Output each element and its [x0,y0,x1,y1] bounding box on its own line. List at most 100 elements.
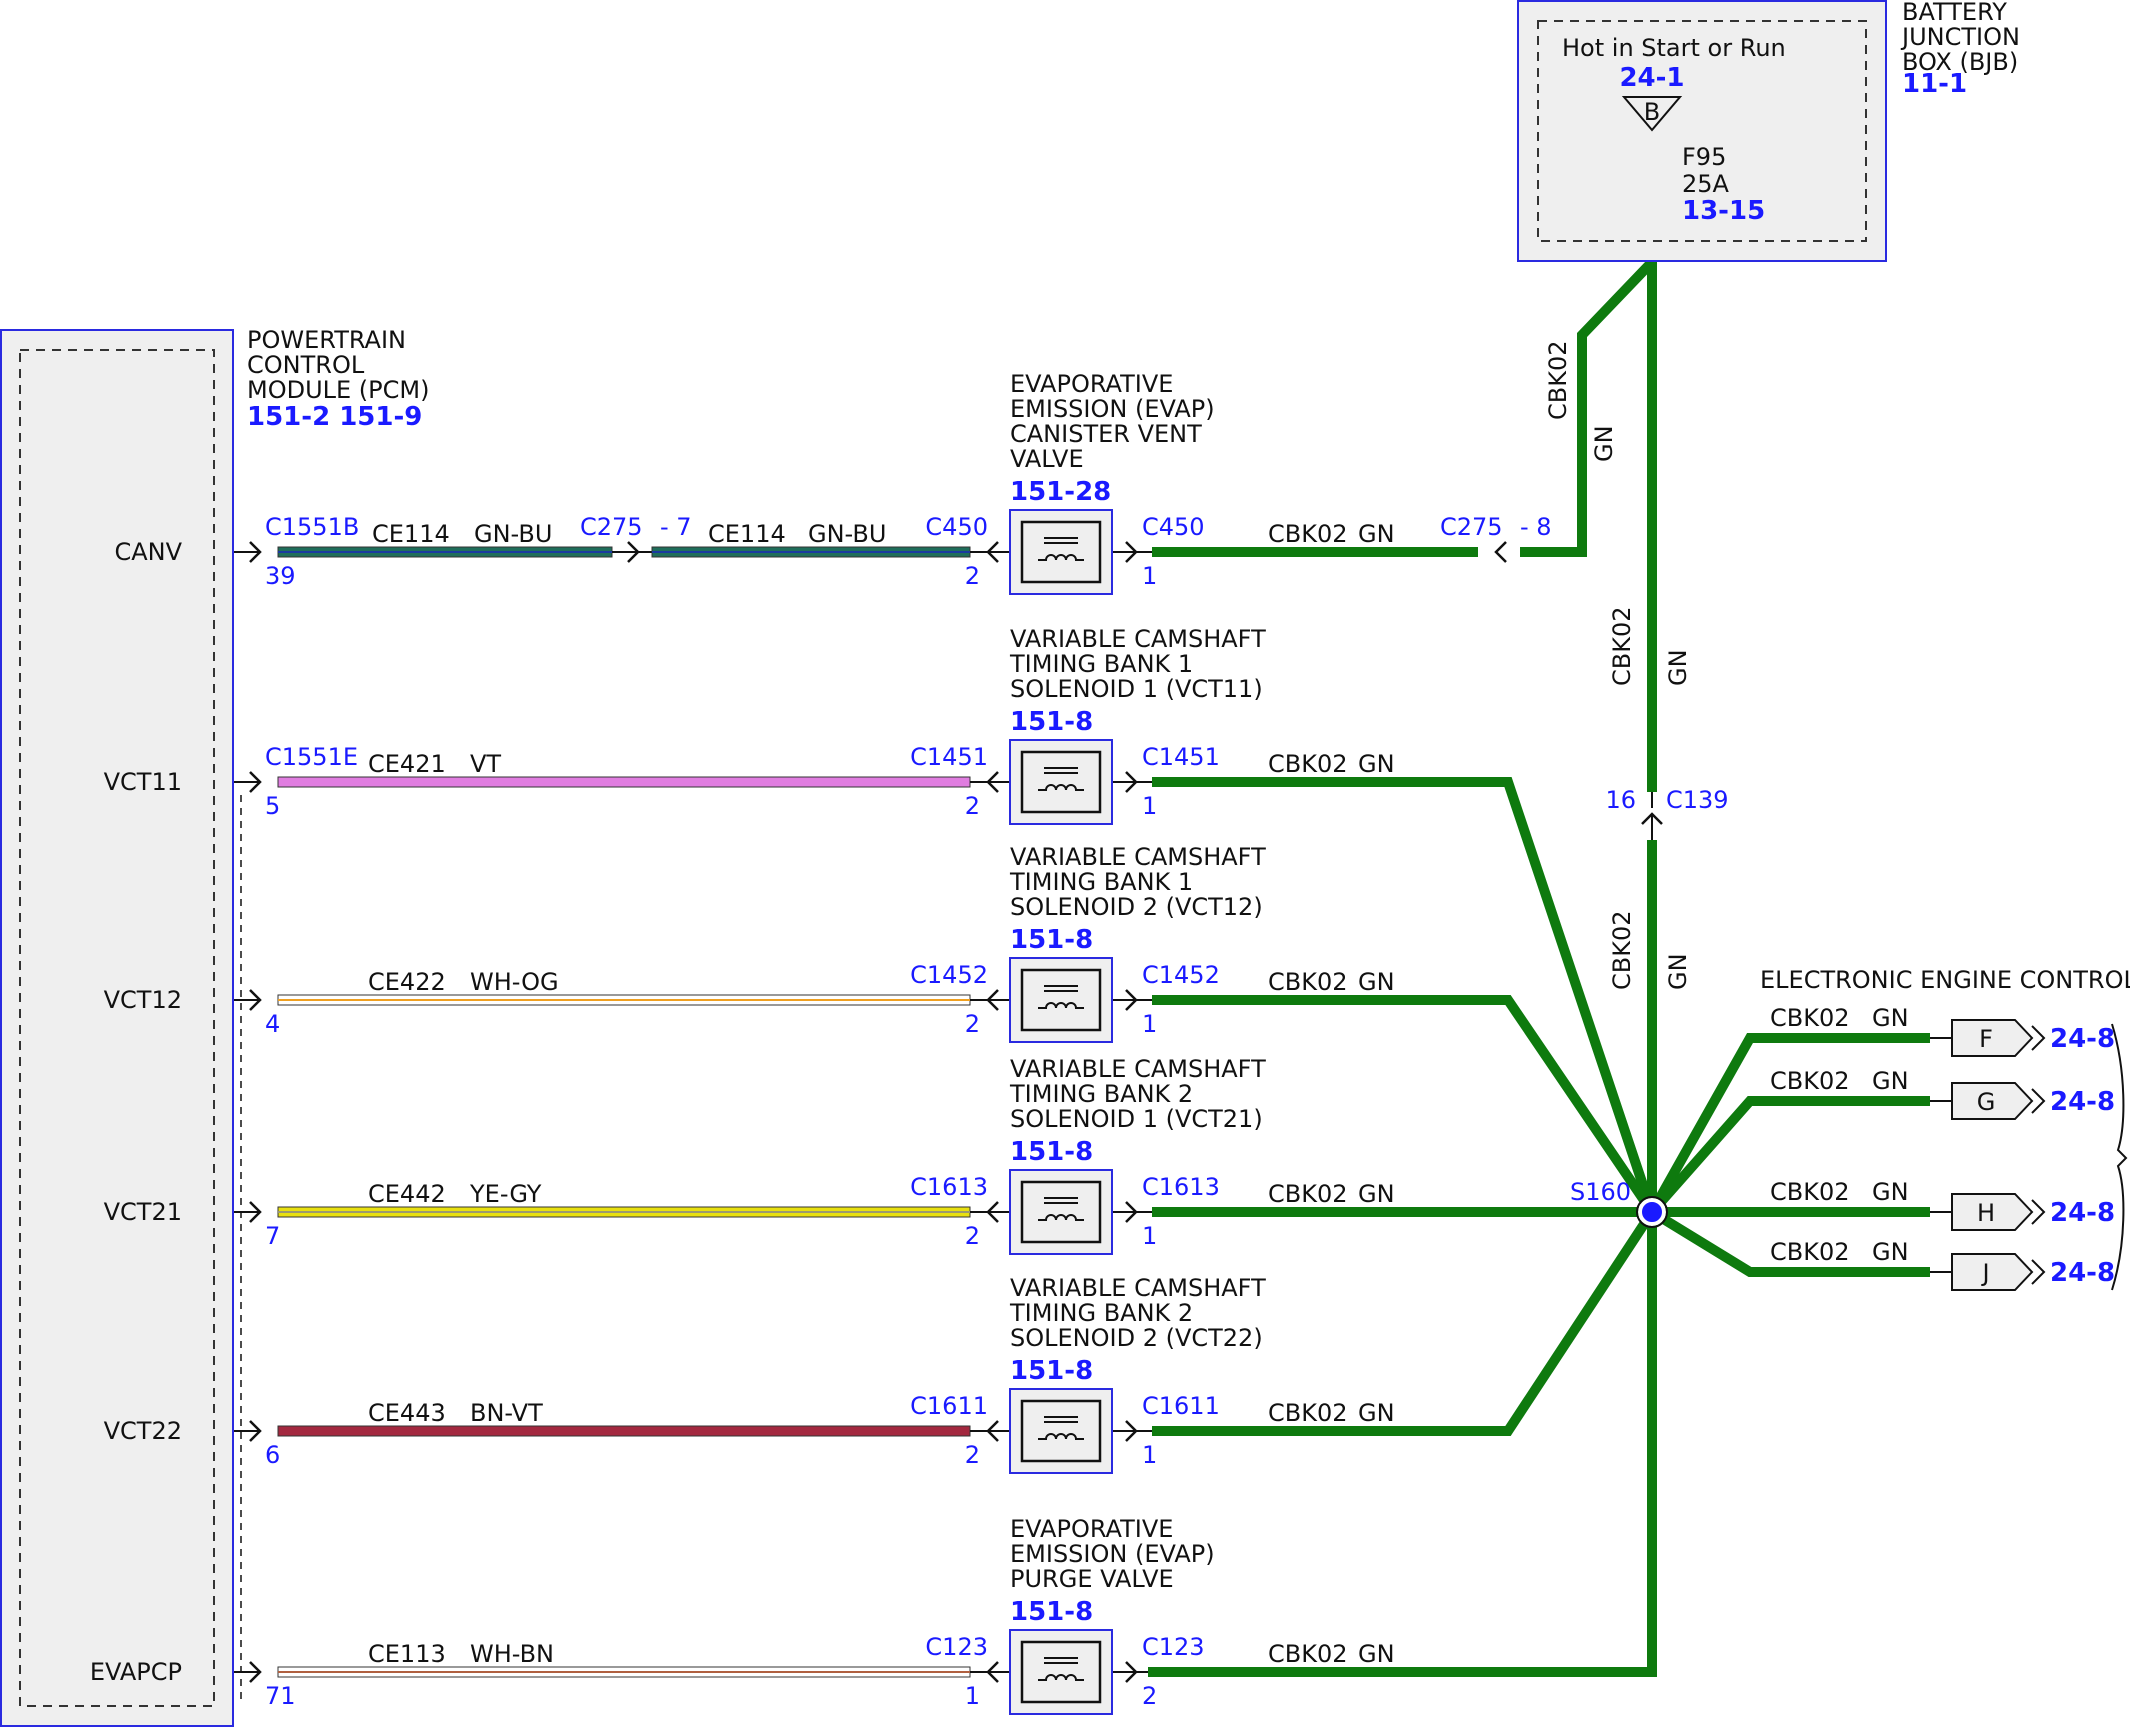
bjb-ref: 11-1 [1902,69,1967,99]
bjb-hot-label: Hot in Start or Run [1562,34,1786,62]
component-name-line: CANISTER VENT [1010,420,1202,448]
pcm-name-line: CONTROL [247,351,365,379]
eec-chevron [2031,1025,2046,1051]
feed-circuit-label: CBK02 [1268,1399,1348,1427]
pcm-pin-name: CANV [114,538,182,566]
feed-circuit-label: CBK02 [1268,750,1348,778]
wire-circuit-label: CE443 [368,1399,446,1427]
pcm-pin-number: 4 [265,1010,280,1038]
component-name-line: SOLENOID 1 (VCT21) [1010,1105,1263,1133]
bjb-bus-letter: B [1644,98,1660,126]
component-name-line: PURGE VALVE [1010,1565,1174,1593]
component-pin-out: 1 [1142,792,1157,820]
c139-connector-label: C139 [1666,786,1729,814]
pcm-pin-name: EVAPCP [90,1658,182,1686]
component-connector-label-out: C123 [1142,1633,1205,1661]
eec-circuit-label: CBK02 [1770,1004,1850,1032]
solenoid-symbol [1020,1640,1102,1704]
component-pin-out: 1 [1142,562,1157,590]
splice-label: S160 [1570,1178,1631,1206]
solenoid-symbol [1020,1180,1102,1244]
eec-connector-letter: G [1977,1088,1996,1116]
component-ref: 151-28 [1010,477,1111,507]
wiring-diagram: BATTERYJUNCTIONBOX (BJB)11-1Hot in Start… [0,0,2130,1727]
component-name-line: TIMING BANK 2 [1009,1299,1193,1327]
component-connector-label: C1451 [910,743,988,771]
component-name-line: VARIABLE CAMSHAFT [1010,1055,1266,1083]
component-name-line: VARIABLE CAMSHAFT [1010,843,1266,871]
eec-circuit-label: CBK02 [1770,1178,1850,1206]
trunk-color-label: GN [1664,953,1692,990]
component-pin-out: 2 [1142,1682,1157,1710]
component-connector-label: C450 [925,513,988,541]
component-pin-in: 2 [965,562,980,590]
pcm-connector-label: C1551B [265,513,359,541]
component-connector-label: C1613 [910,1173,988,1201]
component-name-line: TIMING BANK 1 [1009,868,1193,896]
pcm-connector-label: C1551E [265,743,358,771]
component-connector-label: C1452 [910,961,988,989]
feed-circuit-label: CBK02 [1268,520,1348,548]
wire-CE421 [277,776,971,788]
component-connector-label-out: C1452 [1142,961,1220,989]
pcm-pin-name: VCT22 [104,1417,182,1445]
component-name-line: EMISSION (EVAP) [1010,1540,1215,1568]
fuse-name: F95 [1682,143,1726,171]
component-name-line: EVAPORATIVE [1010,370,1173,398]
wire-circuit-label: CE422 [368,968,446,996]
solenoid-symbol [1020,520,1102,584]
feed-circuit-label: CBK02 [1268,1180,1348,1208]
component-ref: 151-8 [1010,1597,1093,1627]
feed-circuit-label: CBK02 [1268,1640,1348,1668]
eec-ref: 24-8 [2050,1258,2115,1288]
bjb-name-line: JUNCTION [1900,23,2020,51]
eec-circuit-label: CBK02 [1770,1067,1850,1095]
eec-color-label: GN [1872,1238,1909,1266]
component-pin-in: 2 [965,1222,980,1250]
component-name-line: SOLENOID 1 (VCT11) [1010,675,1263,703]
eec-ref: 24-8 [2050,1198,2115,1228]
component-ref: 151-8 [1010,1356,1093,1386]
component-connector-label-out: C1613 [1142,1173,1220,1201]
eec-ref: 24-8 [2050,1024,2115,1054]
fuse-rating: 25A [1682,170,1730,198]
feed-canv-b [1520,258,1656,557]
eec-circuit-label: CBK02 [1770,1238,1850,1266]
wire-circuit-label: CE114 [372,520,450,548]
wire-circuit-label: CE114 [708,520,786,548]
pcm-name-line: MODULE (PCM) [247,376,429,404]
pcm-pin-number: 6 [265,1441,280,1469]
feed-color-label: GN [1358,1399,1395,1427]
component-pin-out: 1 [1142,1010,1157,1038]
component-connector-label: C123 [925,1633,988,1661]
wire-color-label: VT [470,750,501,778]
eec-connector-tag [1951,1253,2034,1291]
component-connector-label-out: C1451 [1142,743,1220,771]
component-name-line: EVAPORATIVE [1010,1515,1173,1543]
wire-color-label: WH-OG [470,968,559,996]
component-name-line: EMISSION (EVAP) [1010,395,1215,423]
component-name-line: VARIABLE CAMSHAFT [1010,625,1266,653]
pcm-pin-number: 5 [265,792,280,820]
solenoid-symbol [1020,1399,1102,1463]
component-pin-out: 1 [1142,1222,1157,1250]
eec-color-label: GN [1872,1178,1909,1206]
component-pin-in: 2 [965,1010,980,1038]
inline-connector-label: C275 [580,513,643,541]
pcm-refs: 151-2 151-9 [247,402,422,432]
component-name-line: TIMING BANK 1 [1009,650,1193,678]
eec-connector-letter: F [1979,1025,1993,1053]
pcm-name-line: POWERTRAIN [247,326,406,354]
wire-circuit-label: CE113 [368,1640,446,1668]
feed-color-label: GN [1358,750,1395,778]
feed-color-label: GN [1358,520,1395,548]
wire-color-label: YE-GY [469,1180,542,1208]
eec-color-label: GN [1872,1004,1909,1032]
eec-chevron [2031,1259,2046,1285]
component-ref: 151-8 [1010,707,1093,737]
component-ref: 151-8 [1010,925,1093,955]
wire-color-label: GN-BU [808,520,886,548]
bjb-hot-ref: 24-1 [1619,63,1684,93]
pcm-pin-name: VCT11 [104,768,182,796]
component-name-line: TIMING BANK 2 [1009,1080,1193,1108]
